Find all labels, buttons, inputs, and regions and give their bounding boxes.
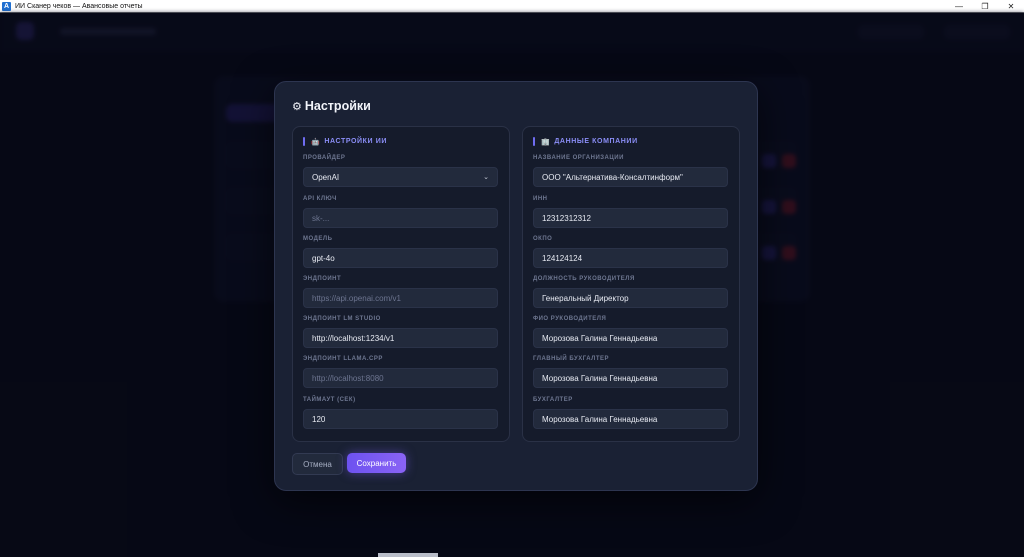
modal-title-text: Настройки	[304, 99, 371, 113]
head-name-input[interactable]: Морозова Галина Геннадьевна	[533, 328, 728, 348]
lm-studio-input[interactable]: http://localhost:1234/v1	[303, 328, 498, 348]
minimize-icon[interactable]: —	[946, 2, 972, 11]
llama-cpp-input[interactable]: http://localhost:8080	[303, 368, 498, 388]
chief-accountant-field: ГЛАВНЫЙ БУХГАЛТЕР Морозова Галина Геннад…	[533, 356, 728, 388]
head-name-label: ФИО РУКОВОДИТЕЛЯ	[533, 316, 607, 322]
cancel-button[interactable]: Отмена	[292, 453, 343, 475]
ai-settings-panel: 🤖 НАСТРОЙКИ ИИ ПРОВАЙДЕР OpenAI ⌄ API КЛ…	[292, 126, 510, 442]
modal-title: ⚙ Настройки	[292, 99, 371, 113]
endpoint-input[interactable]: https://api.openai.com/v1	[303, 288, 498, 308]
provider-select[interactable]: OpenAI ⌄	[303, 167, 498, 187]
head-position-input[interactable]: Генеральный Директор	[533, 288, 728, 308]
window-title: ИИ Сканер чеков — Авансовые отчеты	[15, 2, 143, 10]
api-key-field: API КЛЮЧ sk-...	[303, 196, 498, 228]
lm-studio-label: ЭНДПОИНТ LM STUDIO	[303, 316, 381, 322]
taskbar-edge	[378, 553, 438, 557]
chief-accountant-input[interactable]: Морозова Галина Геннадьевна	[533, 368, 728, 388]
head-position-field: ДОЛЖНОСТЬ РУКОВОДИТЕЛЯ Генеральный Дирек…	[533, 276, 728, 308]
model-label: МОДЕЛЬ	[303, 236, 333, 242]
company-data-panel: 🏢 ДАННЫЕ КОМПАНИИ НАЗВАНИЕ ОРГАНИЗАЦИИ О…	[522, 126, 740, 442]
api-key-input[interactable]: sk-...	[303, 208, 498, 228]
provider-field: ПРОВАЙДЕР OpenAI ⌄	[303, 155, 498, 187]
head-position-label: ДОЛЖНОСТЬ РУКОВОДИТЕЛЯ	[533, 276, 635, 282]
ai-section-heading: 🤖 НАСТРОЙКИ ИИ	[303, 137, 387, 146]
timeout-input[interactable]: 120	[303, 409, 498, 429]
org-name-label: НАЗВАНИЕ ОРГАНИЗАЦИИ	[533, 155, 624, 161]
robot-icon: 🤖	[311, 138, 321, 146]
app-icon: A	[2, 1, 11, 11]
restore-icon[interactable]: ❐	[972, 2, 998, 11]
chevron-down-icon: ⌄	[483, 174, 489, 181]
inn-label: ИНН	[533, 196, 548, 202]
company-section-heading: 🏢 ДАННЫЕ КОМПАНИИ	[533, 137, 638, 146]
close-icon[interactable]: ✕	[998, 2, 1024, 11]
accountant-input[interactable]: Морозова Галина Геннадьевна	[533, 409, 728, 429]
org-name-field: НАЗВАНИЕ ОРГАНИЗАЦИИ ООО "Альтернатива-К…	[533, 155, 728, 187]
org-name-input[interactable]: ООО "Альтернатива-Консалтинформ"	[533, 167, 728, 187]
okpo-field: ОКПО 124124124	[533, 236, 728, 268]
provider-label: ПРОВАЙДЕР	[303, 155, 346, 161]
model-field: МОДЕЛЬ gpt-4o	[303, 236, 498, 268]
settings-modal: ⚙ Настройки 🤖 НАСТРОЙКИ ИИ ПРОВАЙДЕР Ope…	[274, 81, 758, 491]
gear-icon: ⚙	[292, 100, 302, 113]
inn-field: ИНН 12312312312	[533, 196, 728, 228]
api-key-label: API КЛЮЧ	[303, 196, 337, 202]
inn-input[interactable]: 12312312312	[533, 208, 728, 228]
section-accent-bar	[533, 137, 535, 146]
chief-accountant-label: ГЛАВНЫЙ БУХГАЛТЕР	[533, 356, 610, 362]
section-accent-bar	[303, 137, 305, 146]
lm-studio-endpoint-field: ЭНДПОИНТ LM STUDIO http://localhost:1234…	[303, 316, 498, 348]
llama-cpp-label: ЭНДПОИНТ LLAMA.CPP	[303, 356, 383, 362]
endpoint-field: ЭНДПОИНТ https://api.openai.com/v1	[303, 276, 498, 308]
timeout-label: ТАЙМАУТ (СЕК)	[303, 397, 356, 403]
okpo-input[interactable]: 124124124	[533, 248, 728, 268]
building-icon: 🏢	[541, 138, 551, 146]
ai-section-title: НАСТРОЙКИ ИИ	[324, 138, 387, 145]
save-button[interactable]: Сохранить	[347, 453, 406, 473]
okpo-label: ОКПО	[533, 236, 553, 242]
accountant-label: БУХГАЛТЕР	[533, 397, 573, 403]
model-input[interactable]: gpt-4o	[303, 248, 498, 268]
endpoint-label: ЭНДПОИНТ	[303, 276, 342, 282]
llama-cpp-endpoint-field: ЭНДПОИНТ LLAMA.CPP http://localhost:8080	[303, 356, 498, 388]
company-section-title: ДАННЫЕ КОМПАНИИ	[554, 138, 638, 145]
provider-value: OpenAI	[312, 172, 340, 182]
head-name-field: ФИО РУКОВОДИТЕЛЯ Морозова Галина Геннадь…	[533, 316, 728, 348]
accountant-field: БУХГАЛТЕР Морозова Галина Геннадьевна	[533, 397, 728, 429]
timeout-field: ТАЙМАУТ (СЕК) 120	[303, 397, 498, 429]
